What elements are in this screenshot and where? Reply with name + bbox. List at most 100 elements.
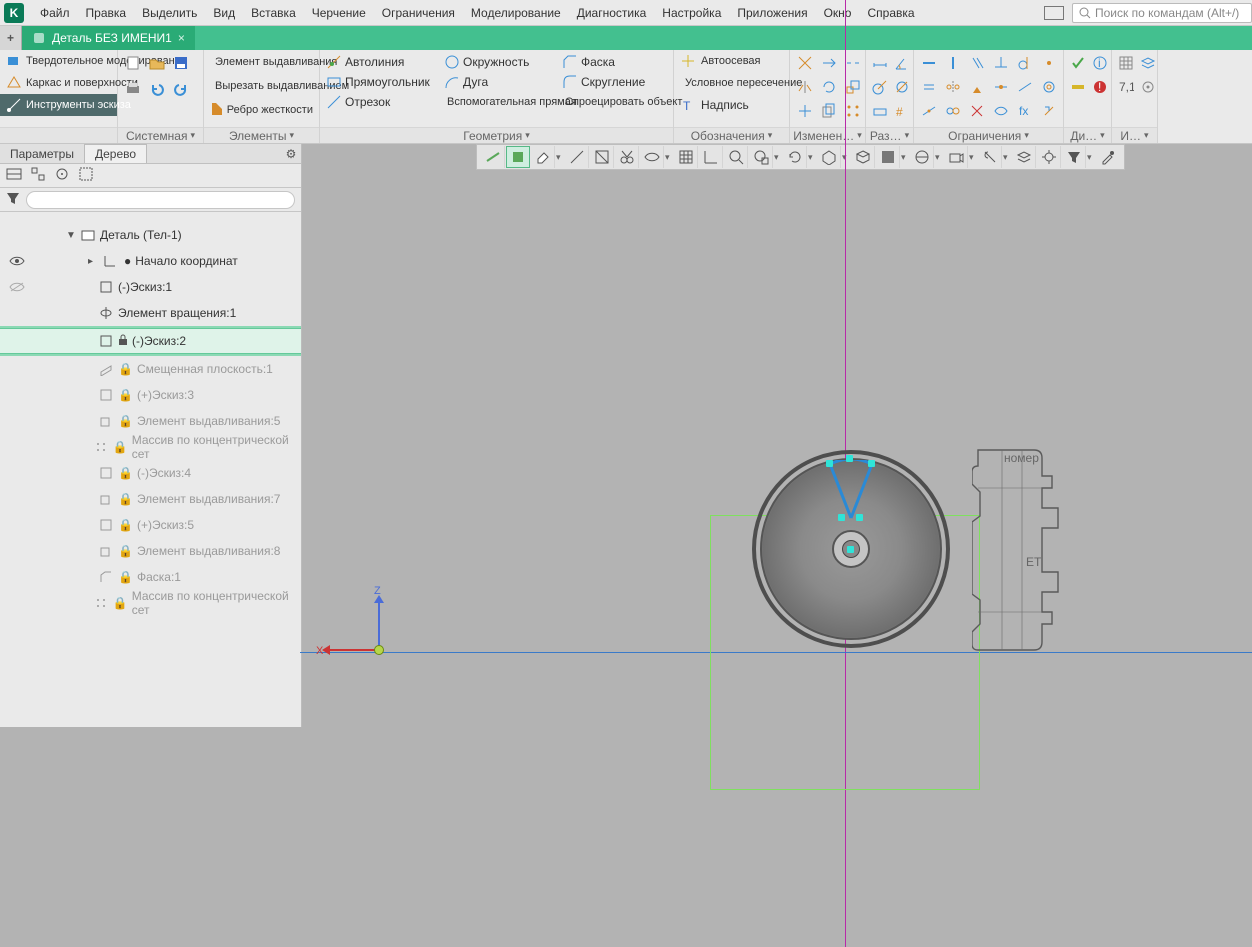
tree-plane1[interactable]: 🔒Смещенная плоскость:1	[0, 356, 301, 382]
geom-chamfer[interactable]: Фаска	[558, 52, 676, 72]
view-zoom-fit-icon[interactable]	[724, 146, 748, 168]
sketch-point[interactable]	[868, 460, 875, 467]
view-filter-icon[interactable]	[1062, 146, 1086, 168]
mode-solid[interactable]: Твердотельное моделирование	[0, 50, 117, 72]
window-layout-icon[interactable]	[1044, 6, 1064, 20]
annot-cond[interactable]: Условное пересечение	[674, 72, 789, 94]
edit-rotate-icon[interactable]	[818, 76, 840, 98]
menu-view[interactable]: Вид	[205, 2, 243, 24]
constr-perp-icon[interactable]	[990, 52, 1012, 74]
tree-sketch4[interactable]: 🔒(-)Эскиз:4	[0, 460, 301, 486]
menu-insert[interactable]: Вставка	[243, 2, 304, 24]
tree-origin[interactable]: ▸ ● Начало координат	[0, 248, 301, 274]
element-cut-extrude[interactable]: Вырезать выдавливанием	[204, 74, 319, 98]
tree-mode2-icon[interactable]	[30, 166, 46, 185]
tree-mode4-icon[interactable]	[78, 166, 94, 185]
menu-select[interactable]: Выделить	[134, 2, 205, 24]
menu-apps[interactable]: Приложения	[729, 2, 815, 24]
close-tab-icon[interactable]: ×	[178, 31, 185, 45]
menu-help[interactable]: Справка	[859, 2, 922, 24]
new-file-icon[interactable]	[124, 54, 142, 72]
view-grid-icon[interactable]	[674, 146, 698, 168]
tree-search-input[interactable]	[26, 191, 295, 209]
menu-file[interactable]: Файл	[32, 2, 78, 24]
menu-constraints[interactable]: Ограничения	[374, 2, 463, 24]
tree-mode1-icon[interactable]	[6, 166, 22, 185]
menu-drafting[interactable]: Черчение	[304, 2, 374, 24]
dim-linear-icon[interactable]	[870, 52, 890, 74]
constr-equal-icon[interactable]	[918, 76, 940, 98]
tree-extrude5[interactable]: 🔒Элемент выдавливания:5	[0, 408, 301, 434]
sketch-point[interactable]	[847, 546, 854, 553]
tree-array2[interactable]: 🔒Массив по концентрической сет	[0, 590, 301, 616]
geom-aux-line[interactable]: Вспомогательная прямая	[440, 92, 558, 112]
tree-revolve1[interactable]: Элемент вращения:1	[0, 300, 301, 326]
constr-param-icon[interactable]: fx	[1014, 100, 1036, 122]
filter-icon[interactable]	[6, 191, 20, 208]
constr-midpoint-icon[interactable]	[990, 76, 1012, 98]
sketch-point[interactable]	[838, 514, 845, 521]
view-eye-icon[interactable]	[640, 146, 664, 168]
menu-window[interactable]: Окно	[816, 2, 860, 24]
menu-settings[interactable]: Настройка	[654, 2, 729, 24]
diag-measure-icon[interactable]	[1068, 76, 1088, 98]
view-plane-icon[interactable]	[481, 146, 505, 168]
undo-icon[interactable]	[148, 80, 166, 98]
view-rotate-icon[interactable]	[783, 146, 807, 168]
tree-sketch1[interactable]: (-)Эскиз:1	[0, 274, 301, 300]
dim-diameter-icon[interactable]	[892, 76, 912, 98]
tree-chamfer1[interactable]: 🔒Фаска:1	[0, 564, 301, 590]
constr-parallel-icon[interactable]	[966, 52, 988, 74]
tool-var-icon[interactable]: 7,1	[1116, 76, 1136, 98]
tree-extrude8[interactable]: 🔒Элемент выдавливания:8	[0, 538, 301, 564]
constr-show-icon[interactable]	[990, 100, 1012, 122]
edit-mirror-icon[interactable]	[794, 76, 816, 98]
tree-sketch5[interactable]: 🔒(+)Эскиз:5	[0, 512, 301, 538]
view-config-icon[interactable]	[1037, 146, 1061, 168]
menu-diagnostics[interactable]: Диагностика	[569, 2, 655, 24]
tree-extrude7[interactable]: 🔒Элемент выдавливания:7	[0, 486, 301, 512]
element-extrude[interactable]: Элемент выдавливания	[204, 50, 319, 74]
dim-radial-icon[interactable]	[870, 76, 890, 98]
constr-delete-icon[interactable]	[966, 100, 988, 122]
geom-autoline[interactable]: Автолиния	[322, 52, 440, 72]
tool-opt-icon[interactable]	[1138, 76, 1158, 98]
document-tab[interactable]: Деталь БЕЗ ИМЕНИ1 ×	[22, 26, 195, 50]
view-picker-icon[interactable]	[1096, 146, 1120, 168]
tree-root[interactable]: ▼ Деталь (Тел-1)	[0, 222, 301, 248]
edit-move-icon[interactable]	[794, 100, 816, 122]
view-orient-icon[interactable]	[817, 146, 841, 168]
print-icon[interactable]	[124, 80, 142, 98]
new-tab-button[interactable]: +	[0, 26, 22, 50]
mode-sketch-tools[interactable]: Инструменты эскиза	[0, 94, 117, 116]
constr-vert-icon[interactable]	[942, 52, 964, 74]
geom-segment[interactable]: Отрезок	[322, 92, 440, 112]
view-cut-icon[interactable]	[615, 146, 639, 168]
menu-edit[interactable]: Правка	[78, 2, 135, 24]
panel-settings-icon[interactable]: ⚙	[281, 147, 301, 161]
mode-wireframe[interactable]: Каркас и поверхности	[0, 72, 117, 94]
constr-tangent-icon[interactable]	[1014, 52, 1036, 74]
geom-project[interactable]: Спроецировать объект	[558, 92, 676, 112]
geom-rect[interactable]: Прямоугольник	[322, 72, 440, 92]
sketch-point[interactable]	[856, 514, 863, 521]
view-shade-icon[interactable]	[876, 146, 900, 168]
view-sketch-icon[interactable]	[506, 146, 530, 168]
sketch-point[interactable]	[826, 460, 833, 467]
view-render-icon[interactable]	[910, 146, 934, 168]
geom-fillet[interactable]: Скругление	[558, 72, 676, 92]
diag-info-icon[interactable]: i	[1090, 52, 1110, 74]
tab-parameters[interactable]: Параметры	[0, 145, 84, 163]
constr-merge-icon[interactable]	[942, 100, 964, 122]
visibility-off-icon[interactable]	[0, 281, 34, 293]
constr-collinear-icon[interactable]	[1014, 76, 1036, 98]
annot-autoaxis[interactable]: Автоосевая	[674, 50, 789, 72]
constr-onedge-icon[interactable]	[918, 100, 940, 122]
save-file-icon[interactable]	[172, 54, 190, 72]
constr-auto-icon[interactable]	[1038, 100, 1060, 122]
tab-tree[interactable]: Дерево	[84, 144, 147, 163]
edit-copy-icon[interactable]	[818, 100, 840, 122]
viewport[interactable]: ▾ ▾ ▾ ▾ ▾ ▾ ▾ ▾ ▾ ▾	[302, 144, 1252, 727]
redo-icon[interactable]	[172, 80, 190, 98]
tree-mode3-icon[interactable]	[54, 166, 70, 185]
